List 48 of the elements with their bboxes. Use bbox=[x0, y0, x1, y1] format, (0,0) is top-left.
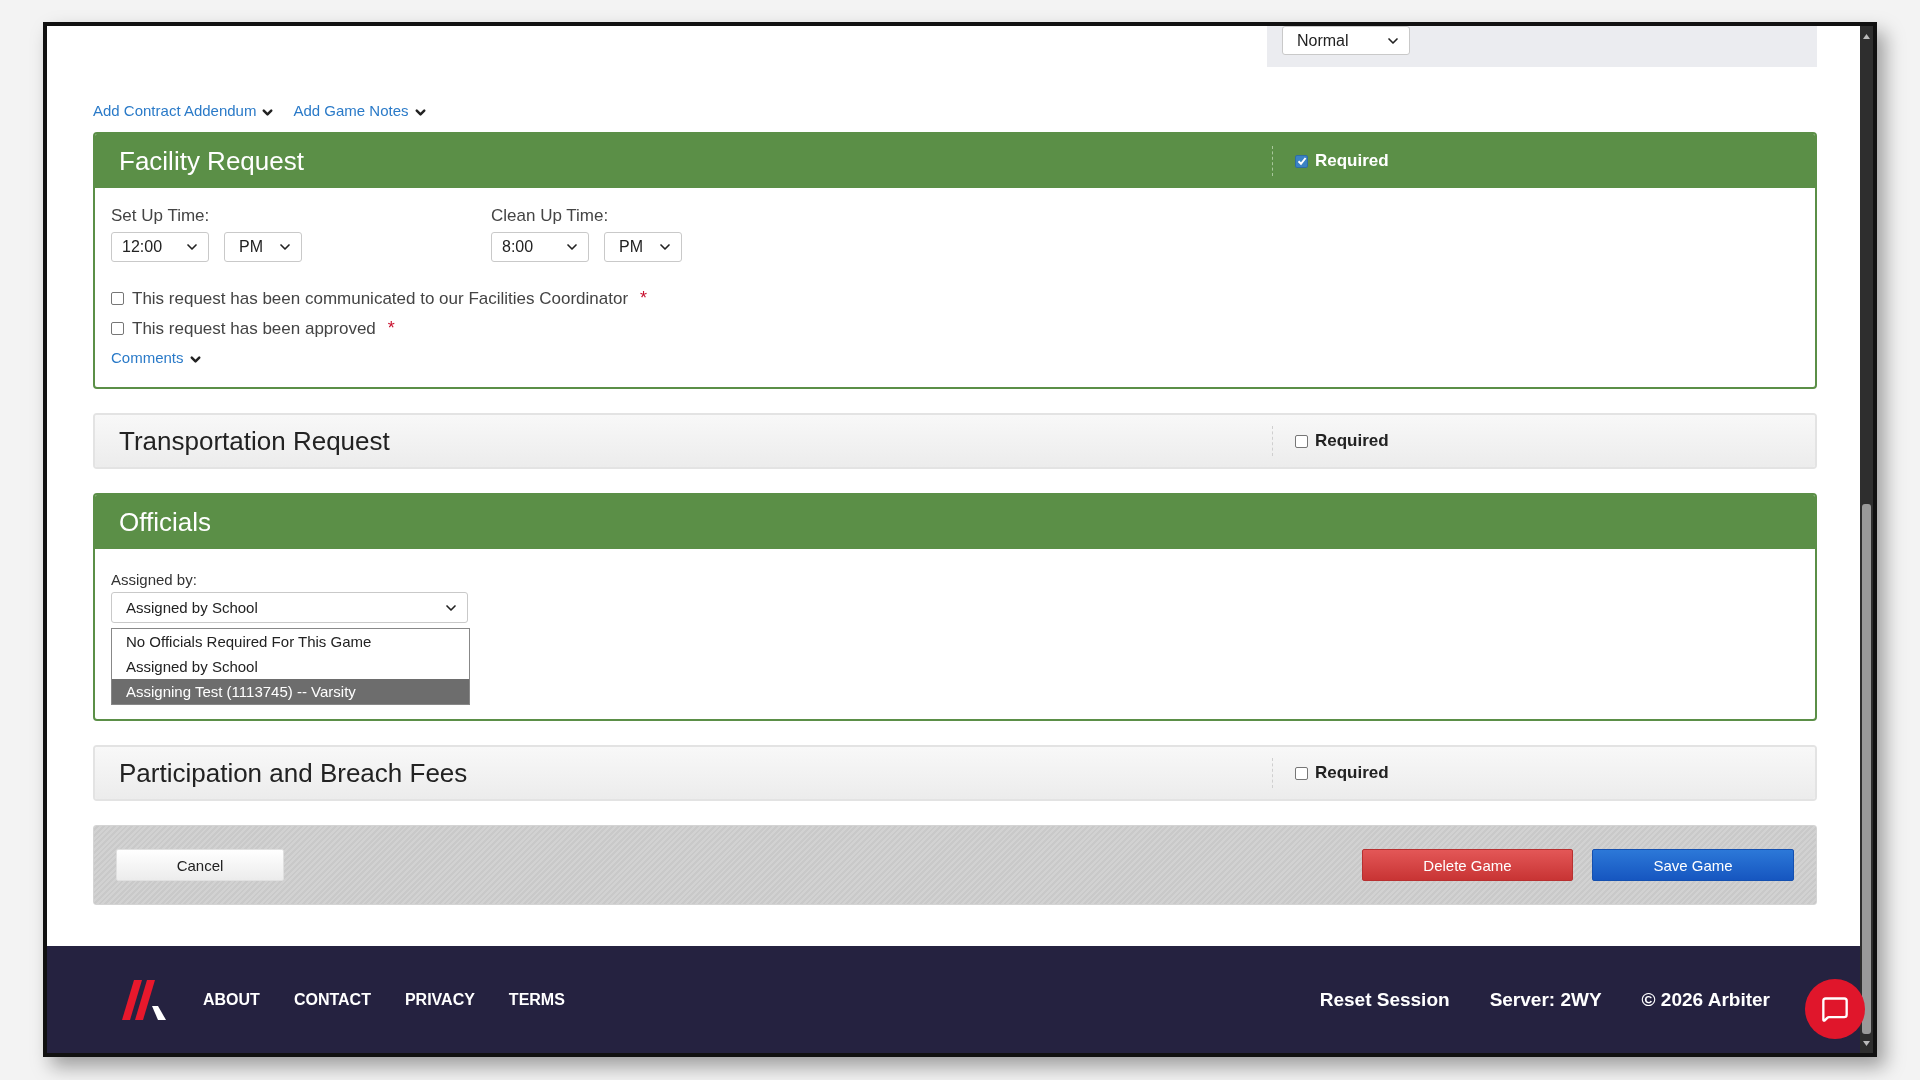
logo-icon bbox=[122, 979, 166, 1020]
section-header[interactable]: Transportation Request Required bbox=[95, 415, 1815, 467]
section-title: Officials bbox=[118, 506, 212, 538]
section-header[interactable]: Participation and Breach Fees Required bbox=[95, 747, 1815, 799]
checkbox[interactable] bbox=[1295, 434, 1308, 448]
time-select[interactable]: 12:00 bbox=[111, 232, 209, 262]
dropdown-option[interactable]: Assigned by School bbox=[112, 654, 469, 679]
required-label: Required bbox=[1315, 763, 1389, 783]
section-header[interactable]: Facility Request Required bbox=[95, 134, 1815, 188]
checkbox-label: This request has been approved bbox=[132, 318, 376, 339]
required-asterisk: * bbox=[387, 318, 395, 339]
section-title: Facility Request bbox=[118, 145, 305, 177]
meridiem-select[interactable]: PM bbox=[224, 232, 302, 262]
footer-link[interactable]: Reset Session bbox=[1319, 988, 1450, 1011]
required-label: Required bbox=[1315, 431, 1389, 451]
assigned-by-select[interactable]: Assigned by School bbox=[111, 592, 468, 623]
field-label: Clean Up Time: bbox=[491, 206, 610, 226]
footer-link[interactable]: CONTACT bbox=[293, 990, 371, 1009]
checkbox[interactable] bbox=[111, 322, 124, 335]
delete-button[interactable]: Delete Game bbox=[1362, 849, 1573, 881]
section-title: Transportation Request bbox=[118, 425, 391, 457]
checkbox[interactable] bbox=[1295, 154, 1308, 168]
expand-link[interactable]: Add Game Notes bbox=[293, 101, 409, 119]
scrollbar[interactable] bbox=[1860, 26, 1873, 1053]
chat-icon bbox=[1821, 995, 1849, 1023]
field-label: Assigned by: bbox=[111, 571, 197, 588]
meridiem-select[interactable]: PM bbox=[604, 232, 682, 262]
required-asterisk: * bbox=[640, 288, 648, 309]
footer-link[interactable]: TERMS bbox=[508, 990, 565, 1009]
dropdown-option[interactable]: Assigning Test (1113745) -- Varsity bbox=[112, 679, 469, 704]
time-select[interactable]: 8:00 bbox=[491, 232, 589, 262]
comments-link[interactable]: Comments bbox=[111, 349, 184, 366]
required-label: Required bbox=[1315, 151, 1389, 171]
footer-link[interactable]: ABOUT bbox=[203, 990, 260, 1009]
field-label: Set Up Time: bbox=[111, 206, 211, 226]
checkbox-label: This request has been communicated to our Facilities Coordinator bbox=[132, 288, 629, 309]
section-header[interactable]: Officials bbox=[95, 495, 1815, 549]
section-title: Participation and Breach Fees bbox=[118, 757, 469, 789]
checkbox[interactable] bbox=[1295, 766, 1308, 780]
footer-link[interactable]: Server: 2WY bbox=[1489, 988, 1602, 1011]
save-button[interactable]: Save Game bbox=[1592, 849, 1794, 881]
cancel-button[interactable]: Cancel bbox=[116, 849, 284, 881]
priority-select[interactable]: Normal bbox=[1282, 26, 1410, 55]
dropdown-option[interactable]: No Officials Required For This Game bbox=[112, 629, 469, 654]
checkbox[interactable] bbox=[111, 292, 124, 305]
footer-link[interactable]: PRIVACY bbox=[404, 990, 475, 1009]
footer-link[interactable]: © 2026 Arbiter bbox=[1641, 988, 1770, 1011]
expand-link[interactable]: Add Contract Addendum bbox=[93, 101, 257, 119]
